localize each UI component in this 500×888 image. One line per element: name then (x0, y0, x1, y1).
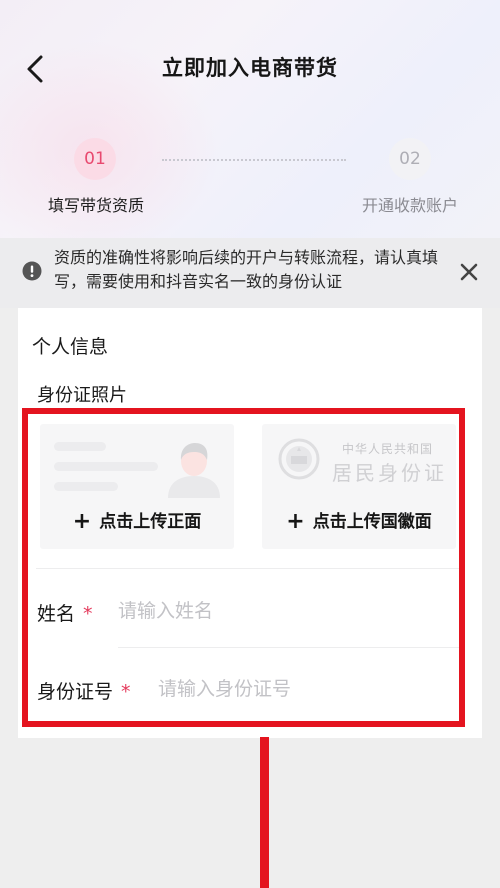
id-number-label-text: 身份证号 (37, 681, 114, 703)
step-1-label: 填写带货资质 (48, 196, 145, 215)
annotation-arrow (260, 737, 269, 888)
required-mark: * (83, 603, 93, 625)
step-2-indicator: 02 (389, 138, 431, 180)
id-front-upload[interactable]: + 点击上传正面 (40, 424, 234, 549)
id-number-label: 身份证号 * (37, 677, 131, 704)
page-title: 立即加入电商带货 (162, 56, 338, 80)
id-card-name-text: 居民身份证 (332, 461, 447, 485)
person-silhouette-icon (168, 443, 220, 498)
id-country-text: 中华人民共和国 (342, 442, 434, 456)
step-1-indicator: 01 (74, 138, 116, 180)
id-number-input[interactable] (158, 676, 448, 702)
placeholder-bar (54, 442, 106, 451)
plus-icon: + (286, 509, 305, 534)
close-icon[interactable] (458, 261, 480, 283)
name-input[interactable] (118, 598, 448, 624)
divider (36, 568, 460, 569)
required-mark: * (121, 681, 131, 703)
step-2-label: 开通收款账户 (362, 196, 459, 215)
exclamation-circle-icon (22, 261, 42, 281)
name-label-text: 姓名 (37, 603, 76, 625)
notice-text: 资质的准确性将影响后续的开户与转账流程，请认真填写，需要使用和抖音实名一致的身份… (54, 248, 439, 291)
id-back-upload[interactable]: 中华人民共和国 居民身份证 + 点击上传国徽面 (262, 424, 456, 549)
placeholder-bar (54, 482, 118, 491)
section-title: 个人信息 (32, 336, 109, 358)
divider (118, 647, 460, 648)
name-label: 姓名 * (37, 599, 93, 626)
upload-back-button[interactable]: + 点击上传国徽面 (262, 507, 456, 534)
upload-front-label: 点击上传正面 (99, 512, 202, 532)
step-connector (162, 159, 346, 161)
placeholder-bar (54, 462, 158, 471)
plus-icon: + (72, 509, 92, 534)
upload-back-label: 点击上传国徽面 (312, 512, 432, 532)
national-emblem-icon (278, 438, 320, 480)
upload-front-button[interactable]: + 点击上传正面 (40, 507, 234, 534)
id-photo-title: 身份证照片 (37, 385, 127, 406)
